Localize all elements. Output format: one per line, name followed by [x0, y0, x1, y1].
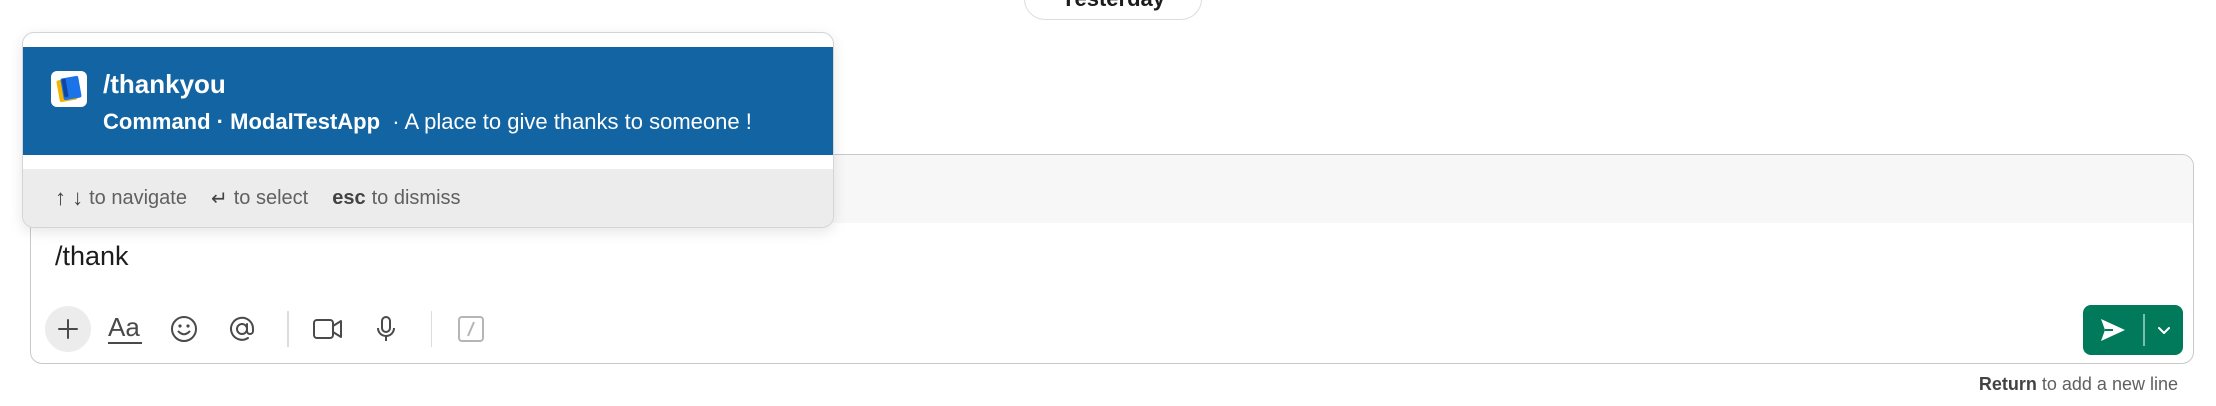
book-app-icon	[51, 71, 87, 107]
message-view: Yesterday /thank Aa	[0, 0, 2216, 406]
text-format-button[interactable]: Aa	[103, 306, 149, 352]
navigate-hint: ↑ ↓ to navigate	[55, 185, 187, 211]
attach-button[interactable]	[45, 306, 91, 352]
slash-command-icon	[458, 316, 484, 342]
toolbar-divider	[287, 311, 289, 347]
dismiss-hint: esc to dismiss	[332, 187, 460, 210]
slash-command-button[interactable]	[448, 306, 494, 352]
text-format-icon: Aa	[108, 312, 142, 344]
plus-icon	[58, 319, 78, 339]
hint-key: Return	[1978, 374, 2037, 394]
day-divider-pill[interactable]: Yesterday	[1024, 0, 1202, 20]
separator-dot: ·	[210, 109, 231, 134]
send-icon	[2101, 319, 2125, 341]
separator-dot: ·	[386, 109, 405, 134]
emoji-icon	[171, 316, 197, 342]
dismiss-text: to dismiss	[371, 186, 461, 209]
hint-text: to add a new line	[2041, 374, 2178, 394]
command-type: Command	[103, 109, 211, 134]
esc-key: esc	[332, 186, 366, 209]
audio-clip-button[interactable]	[363, 306, 409, 352]
autocomplete-footer: ↑ ↓ to navigate ↵ to select esc to dismi…	[23, 169, 833, 227]
video-clip-button[interactable]	[305, 306, 351, 352]
arrow-keys-icon: ↑ ↓	[55, 185, 84, 210]
select-hint: ↵ to select	[211, 186, 308, 211]
mention-icon	[230, 316, 255, 341]
slash-command-autocomplete: /thankyou Command · ModalTestApp · A pla…	[22, 32, 834, 228]
enter-key-icon: ↵	[210, 187, 228, 210]
toolbar-divider	[430, 311, 432, 347]
new-line-hint: Return to add a new line	[1979, 374, 2178, 395]
mention-button[interactable]	[219, 306, 265, 352]
send-button-group	[2083, 305, 2183, 355]
navigate-text: to navigate	[89, 186, 187, 209]
command-app-name: ModalTestApp	[230, 109, 381, 134]
composer-toolbar: Aa	[45, 305, 506, 353]
command-description: A place to give thanks to someone !	[404, 109, 752, 134]
schedule-send-button[interactable]	[2145, 305, 2183, 355]
chevron-down-icon	[2157, 327, 2170, 334]
microphone-icon	[376, 316, 395, 341]
composer-input[interactable]: /thank	[55, 241, 129, 272]
select-text: to select	[233, 186, 309, 209]
command-details: Command · ModalTestApp · A place to give…	[103, 109, 752, 135]
video-icon	[312, 319, 342, 339]
send-button[interactable]	[2083, 305, 2143, 355]
svg-text:Aa: Aa	[108, 312, 140, 342]
command-name: /thankyou	[103, 69, 226, 99]
emoji-button[interactable]	[161, 306, 207, 352]
command-suggestion-item[interactable]: /thankyou Command · ModalTestApp · A pla…	[23, 47, 833, 155]
